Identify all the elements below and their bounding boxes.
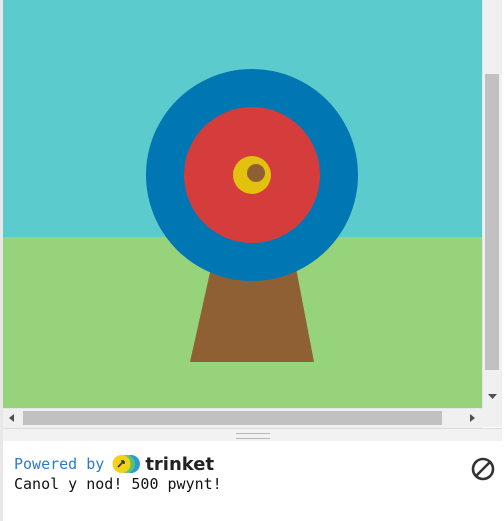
vertical-scroll-thumb[interactable] <box>485 74 499 370</box>
vertical-scrollbar[interactable] <box>482 0 502 408</box>
output-console: Powered by trinket Canol y nod! 500 pwyn… <box>3 441 502 521</box>
horizontal-scroll-thumb[interactable] <box>23 411 442 425</box>
stop-icon[interactable] <box>469 455 497 483</box>
bullseye <box>247 164 265 182</box>
target-scene <box>146 69 358 362</box>
arrow-left-icon[interactable] <box>3 409 21 428</box>
target-stand <box>190 268 314 362</box>
powered-by-label: Powered by <box>14 455 105 473</box>
trinket-brand-name: trinket <box>145 453 215 475</box>
powered-by-trinket[interactable]: Powered by trinket <box>14 453 215 475</box>
console-output-line: Canol y nod! 500 pwynt! <box>14 475 222 493</box>
scrollbar-corner <box>482 408 502 427</box>
arrow-right-icon[interactable] <box>463 409 481 428</box>
horizontal-scrollbar[interactable] <box>3 408 482 428</box>
arrow-down-icon[interactable] <box>483 388 502 404</box>
grip-icon[interactable] <box>236 433 270 439</box>
panel-resize-handle[interactable] <box>3 428 502 442</box>
turtle-canvas[interactable] <box>3 0 482 408</box>
trinket-logo-icon <box>112 455 141 473</box>
